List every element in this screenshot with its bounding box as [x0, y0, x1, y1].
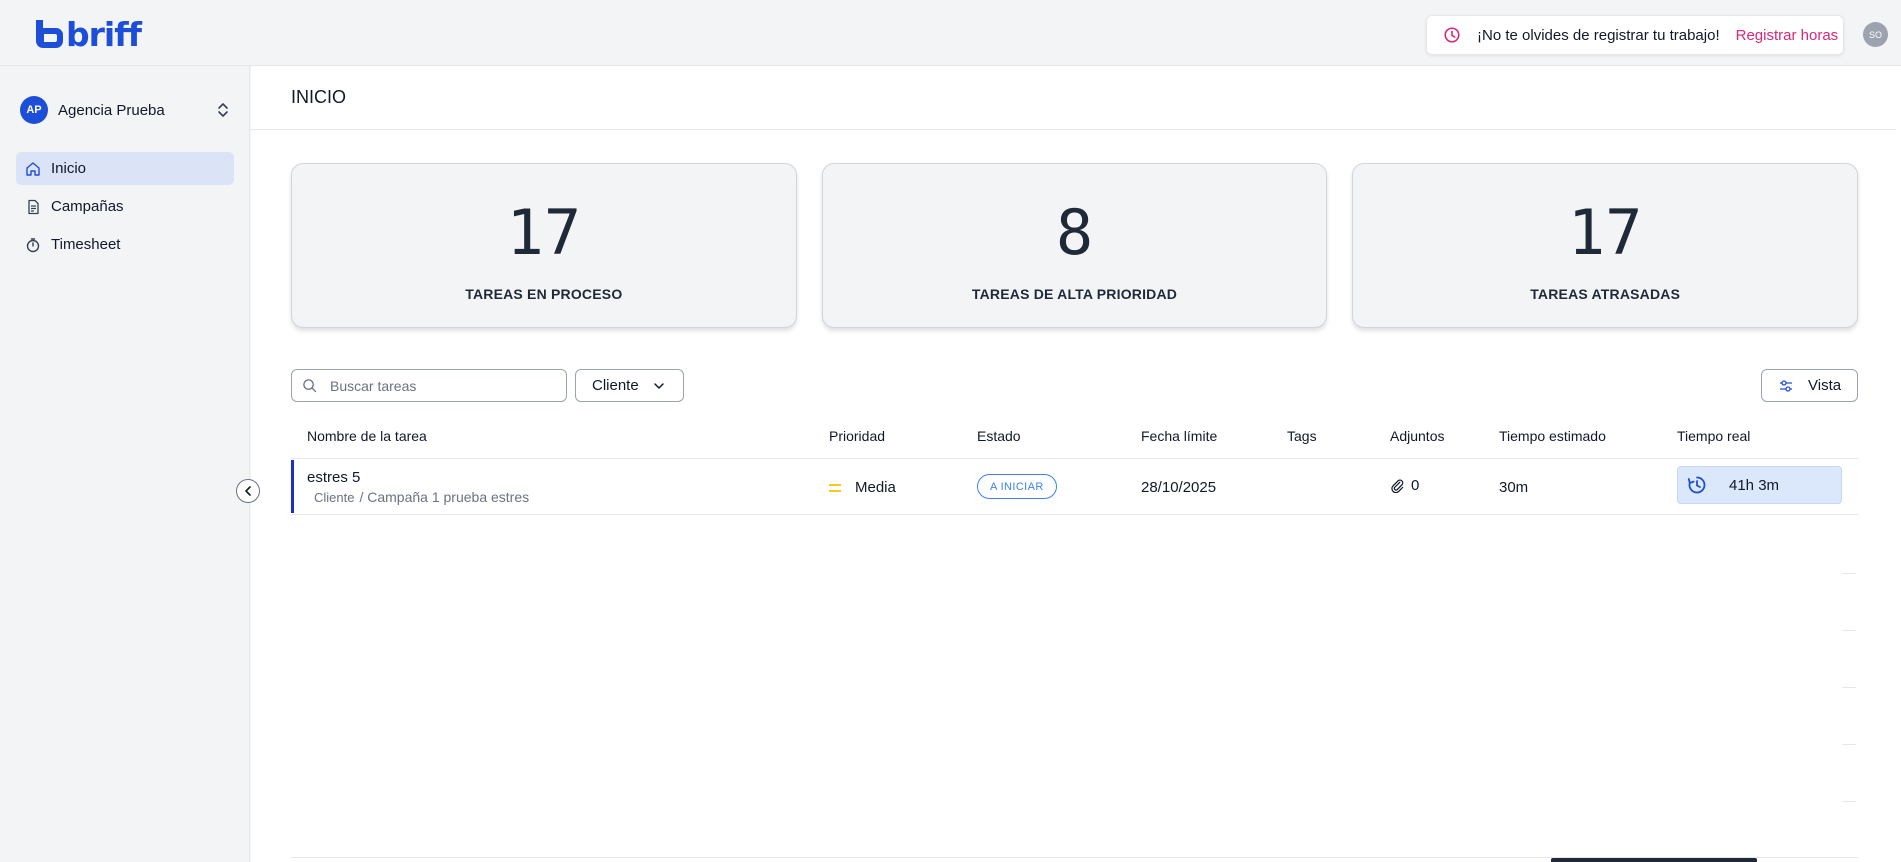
task-toolbar: Cliente Vista	[291, 369, 1858, 403]
tasks-table: Nombre de la tarea Prioridad Estado Fech…	[291, 413, 1858, 515]
task-due-date: 28/10/2025	[1141, 479, 1217, 496]
task-context: Cliente / Campaña 1 prueba estres	[314, 489, 529, 505]
stat-label: TAREAS ATRASADAS	[1530, 286, 1681, 302]
tick	[1842, 744, 1856, 745]
home-icon	[26, 161, 40, 176]
view-options-button[interactable]: Vista	[1761, 369, 1858, 402]
task-client[interactable]: Cliente	[314, 490, 354, 505]
sidebar-item-label: Inicio	[51, 160, 87, 177]
briff-logo-icon	[36, 20, 63, 48]
column-header-estimated-time[interactable]: Tiempo estimado	[1499, 428, 1606, 444]
tick	[1842, 573, 1856, 574]
status-badge[interactable]: A INICIAR	[977, 474, 1057, 499]
main-content: INICIO 17 TAREAS EN PROCESO 8 TAREAS DE …	[251, 66, 1901, 862]
search-input[interactable]	[330, 377, 550, 394]
table-header: Nombre de la tarea Prioridad Estado Fech…	[291, 413, 1858, 459]
tick	[1842, 687, 1856, 688]
org-name: Agencia Prueba	[58, 101, 165, 119]
search-box	[291, 369, 567, 402]
task-estimated-time: 30m	[1499, 479, 1529, 496]
chevron-up-down-icon	[218, 103, 228, 117]
column-header-priority[interactable]: Prioridad	[829, 428, 885, 444]
tick	[1842, 801, 1856, 802]
stat-card-high-priority[interactable]: 8 TAREAS DE ALTA PRIORIDAD	[821, 163, 1328, 328]
logo-text: briff	[66, 14, 142, 54]
paperclip-icon	[1391, 479, 1404, 493]
column-header-due-date[interactable]: Fecha límite	[1141, 428, 1217, 444]
client-filter-label: Cliente	[592, 377, 639, 394]
stat-value: 8	[1055, 196, 1094, 269]
column-header-status[interactable]: Estado	[977, 428, 1021, 444]
sidebar-item-inicio[interactable]: Inicio	[16, 152, 234, 185]
organization-switcher[interactable]: AP Agencia Prueba	[20, 95, 230, 125]
chevron-down-icon	[654, 383, 664, 389]
view-button-label: Vista	[1808, 377, 1842, 394]
stat-card-overdue[interactable]: 17 TAREAS ATRASADAS	[1352, 163, 1859, 328]
column-header-name[interactable]: Nombre de la tarea	[307, 428, 427, 444]
stat-card-in-progress[interactable]: 17 TAREAS EN PROCESO	[291, 163, 797, 328]
user-avatar[interactable]: SO	[1863, 22, 1888, 47]
stat-label: TAREAS DE ALTA PRIORIDAD	[971, 286, 1178, 302]
priority-label: Media	[855, 479, 896, 496]
sidebar-item-label: Campañas	[51, 198, 124, 215]
client-filter-dropdown[interactable]: Cliente	[575, 369, 684, 402]
tick	[1842, 630, 1856, 631]
task-attachments[interactable]: 0	[1390, 477, 1419, 494]
task-priority[interactable]: Media	[829, 479, 896, 496]
sidebar-item-campanas[interactable]: Campañas	[16, 190, 234, 223]
row-accent-bar	[291, 460, 294, 513]
stopwatch-icon	[26, 237, 40, 252]
sidebar-nav: Inicio Campañas Timesheet	[16, 152, 234, 266]
column-header-real-time[interactable]: Tiempo real	[1677, 428, 1750, 444]
task-name[interactable]: estres 5	[307, 469, 360, 486]
stat-label: TAREAS EN PROCESO	[465, 286, 623, 302]
brand-logo[interactable]: briff	[34, 14, 142, 54]
stat-value: 17	[1567, 196, 1643, 269]
priority-medium-icon	[829, 483, 841, 492]
real-time-value: 41h 3m	[1729, 476, 1780, 494]
reminder-text: ¡No te olvides de registrar tu trabajo!	[1477, 26, 1720, 44]
search-icon	[303, 379, 317, 393]
stats-row: 17 TAREAS EN PROCESO 8 TAREAS DE ALTA PR…	[291, 163, 1859, 328]
attachments-count: 0	[1411, 477, 1420, 494]
register-hours-link[interactable]: Registrar horas	[1736, 27, 1839, 44]
org-avatar: AP	[20, 96, 48, 124]
column-header-tags[interactable]: Tags	[1287, 428, 1317, 444]
page-header: INICIO	[251, 66, 1896, 130]
sliders-icon	[1780, 379, 1792, 392]
sidebar-item-timesheet[interactable]: Timesheet	[16, 228, 234, 261]
sidebar: AP Agencia Prueba Inicio Campañas Timesh…	[0, 66, 250, 862]
table-row[interactable]: estres 5 Cliente / Campaña 1 prueba estre…	[291, 459, 1858, 515]
collapse-sidebar-button[interactable]	[236, 479, 260, 503]
page-title: INICIO	[291, 87, 347, 107]
task-real-time[interactable]: 41h 3m	[1677, 466, 1842, 504]
time-history-icon	[1687, 476, 1706, 494]
sidebar-item-label: Timesheet	[51, 236, 121, 253]
document-icon	[28, 199, 39, 214]
task-campaign[interactable]: / Campaña 1 prueba estres	[359, 489, 529, 505]
chevron-left-icon	[245, 486, 251, 496]
time-reminder-banner: ¡No te olvides de registrar tu trabajo! …	[1426, 15, 1844, 55]
stat-value: 17	[506, 196, 582, 269]
horizontal-scrollbar[interactable]	[1551, 858, 1757, 862]
top-bar: briff ¡No te olvides de registrar tu tra…	[0, 0, 1901, 66]
clock-icon	[1444, 27, 1460, 43]
column-header-attachments[interactable]: Adjuntos	[1390, 428, 1444, 444]
